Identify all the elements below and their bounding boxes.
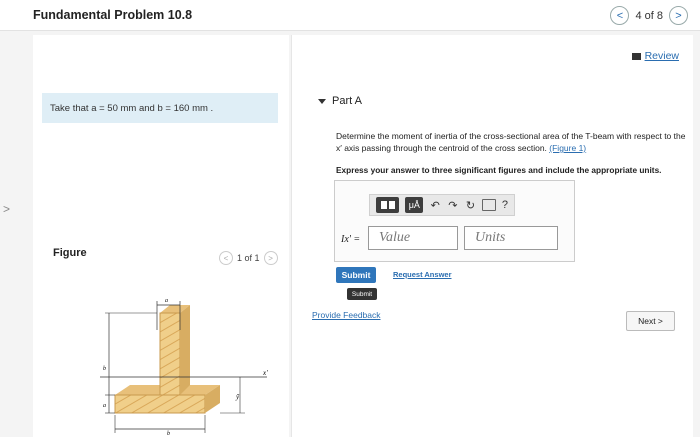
figure-pager: < 1 of 1 >: [219, 251, 278, 265]
prev-problem-button[interactable]: <: [610, 6, 630, 25]
help-button[interactable]: ?: [502, 199, 508, 211]
given-values: Take that a = 50 mm and b = 160 mm .: [42, 93, 278, 123]
web-side: [180, 305, 190, 395]
reset-icon[interactable]: ↻: [465, 199, 477, 212]
next-button[interactable]: Next >: [626, 311, 675, 331]
dim-label-a-top: a: [165, 298, 168, 304]
dim-label-a-left: a: [103, 403, 106, 409]
keyboard-icon[interactable]: [482, 199, 496, 211]
submit-button[interactable]: Submit: [336, 267, 376, 283]
redo-icon[interactable]: ↷: [447, 199, 459, 212]
dim-label-b-left: b: [103, 366, 106, 372]
right-panel: Review Part A Determine the moment of in…: [291, 35, 693, 437]
review-link[interactable]: Review: [631, 50, 679, 62]
top-bar: Fundamental Problem 10.8 < 4 of 8 >: [0, 0, 700, 31]
t-beam-figure: a b a b x' ȳ: [100, 298, 268, 437]
part-a-header[interactable]: Part A: [318, 95, 362, 107]
undo-icon[interactable]: ↶: [429, 199, 441, 212]
figure-next-button[interactable]: >: [263, 251, 278, 265]
flange-front: [114, 394, 206, 414]
templates-button[interactable]: [376, 197, 400, 213]
question-text: Determine the moment of inertia of the c…: [336, 130, 686, 154]
figure-link[interactable]: (Figure 1): [549, 143, 586, 153]
units-input[interactable]: Units: [464, 226, 558, 250]
figure-page-count: 1 of 1: [237, 253, 260, 263]
dim-label-b-bottom: b: [167, 431, 170, 437]
problem-title: Fundamental Problem 10.8: [33, 8, 193, 22]
axis-label-x-prime: x': [262, 369, 268, 377]
provide-feedback-link[interactable]: Provide Feedback: [312, 310, 381, 320]
side-expand-chevron-icon[interactable]: >: [3, 202, 10, 216]
request-answer-link[interactable]: Request Answer: [393, 270, 452, 279]
figure-heading: Figure: [53, 247, 87, 259]
answer-box: μÅ ↶ ↷ ↻ ? Ix' = Value Units: [334, 180, 575, 262]
moment-of-inertia-label: Ix' =: [341, 234, 361, 245]
submit-tooltip: Submit: [347, 288, 377, 300]
answer-instructions: Express your answer to three significant…: [336, 165, 662, 175]
next-problem-button[interactable]: >: [669, 6, 688, 25]
review-icon: [631, 52, 641, 60]
units-button[interactable]: μÅ: [405, 197, 424, 213]
web-front: [159, 312, 181, 396]
review-label: Review: [644, 50, 679, 62]
question-body: Determine the moment of inertia of the c…: [336, 131, 686, 153]
ybar-label: ȳ: [235, 393, 240, 401]
part-a-label: Part A: [332, 95, 362, 107]
value-input[interactable]: Value: [368, 226, 458, 250]
problem-counter: 4 of 8: [635, 9, 663, 22]
collapse-triangle-icon: [318, 98, 326, 104]
figure-prev-button[interactable]: <: [219, 251, 233, 265]
problem-navigation: < 4 of 8 >: [610, 6, 688, 25]
math-toolbar: μÅ ↶ ↷ ↻ ?: [369, 194, 515, 216]
